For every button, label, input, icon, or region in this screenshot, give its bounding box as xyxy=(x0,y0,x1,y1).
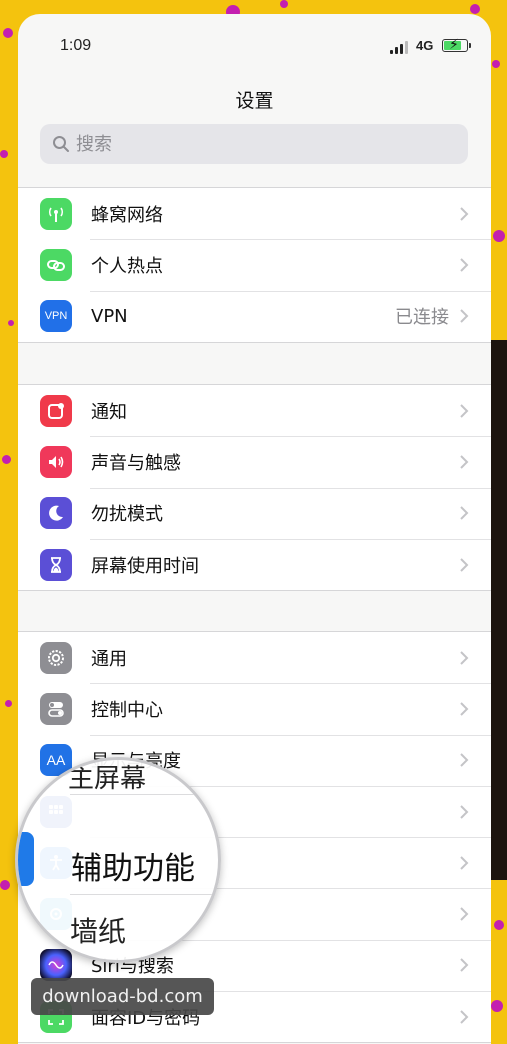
status-bar: 1:09 4G ⚡ xyxy=(18,36,491,60)
row-label: 声音与触感 xyxy=(91,452,181,474)
row-label: 屏幕使用时间 xyxy=(91,555,199,577)
magnified-accessibility-label: 辅助功能 xyxy=(71,851,195,887)
network-type: 4G xyxy=(416,38,434,53)
settings-row-notifications[interactable]: 通知 xyxy=(18,385,491,436)
magnified-home-screen-label: 主屏幕 xyxy=(68,764,147,794)
gear-icon xyxy=(40,641,72,674)
battery-tip xyxy=(469,43,471,48)
magnified-wallpaper-icon xyxy=(18,910,34,960)
settings-row-do-not-disturb[interactable]: 勿扰模式 xyxy=(18,487,491,539)
row-label: 个人热点 xyxy=(91,255,163,277)
speaker-icon xyxy=(40,445,72,478)
chevron-right-icon xyxy=(460,206,469,221)
section-notifications: 通知 声音与触感 勿扰模式 屏幕使用时间 xyxy=(18,384,491,592)
row-label: 控制中心 xyxy=(91,699,163,721)
hourglass-icon xyxy=(40,548,72,581)
chevron-right-icon xyxy=(460,258,469,272)
search-icon xyxy=(53,136,69,152)
row-label: VPN xyxy=(91,305,128,327)
settings-row-general[interactable]: 通用 xyxy=(18,632,491,683)
chevron-right-icon xyxy=(460,702,469,716)
chevron-right-icon xyxy=(460,403,469,418)
hotspot-link-icon xyxy=(40,248,72,281)
row-label: 蜂窝网络 xyxy=(91,204,163,226)
chevron-right-icon xyxy=(460,958,469,973)
signal-icon xyxy=(390,40,408,54)
settings-row-hotspot[interactable]: 个人热点 xyxy=(18,239,491,290)
chevron-right-icon xyxy=(460,804,469,819)
vpn-status: 已连接 xyxy=(395,307,449,329)
toggles-icon xyxy=(40,692,72,725)
settings-row-sounds[interactable]: 声音与触感 xyxy=(18,436,491,487)
settings-row-screen-time[interactable]: 屏幕使用时间 xyxy=(18,538,491,590)
chevron-right-icon xyxy=(460,856,469,870)
chevron-right-icon xyxy=(460,506,469,520)
row-label: 勿扰模式 xyxy=(91,504,163,526)
antenna-icon xyxy=(40,197,72,230)
section-connectivity: 蜂窝网络 个人热点 VPN VPN 已连接 xyxy=(18,187,491,343)
vpn-icon: VPN xyxy=(40,300,72,333)
settings-row-cellular[interactable]: 蜂窝网络 xyxy=(18,188,491,239)
moon-icon xyxy=(40,497,72,530)
magnifier-lens: 主屏幕 辅助功能 墙纸 xyxy=(15,757,221,963)
settings-row-vpn[interactable]: VPN VPN 已连接 xyxy=(18,290,491,342)
chevron-right-icon xyxy=(460,455,469,469)
magnified-accessibility-icon xyxy=(18,832,34,886)
chevron-right-icon xyxy=(460,907,469,921)
chevron-right-icon xyxy=(460,753,469,767)
settings-row-control-center[interactable]: 控制中心 xyxy=(18,683,491,734)
watermark: download-bd.com xyxy=(31,978,214,1015)
search-bar[interactable] xyxy=(40,124,468,164)
siri-icon xyxy=(40,949,72,982)
row-label: 通知 xyxy=(91,401,127,423)
chevron-right-icon xyxy=(460,1010,469,1024)
chevron-right-icon xyxy=(460,557,469,572)
page-title: 设置 xyxy=(235,90,274,112)
chevron-right-icon xyxy=(460,309,469,323)
row-label: 通用 xyxy=(91,648,127,670)
magnified-wallpaper-label: 墙纸 xyxy=(70,915,127,948)
notifications-icon xyxy=(40,394,72,427)
battery-icon: ⚡ xyxy=(442,37,468,53)
chevron-right-icon xyxy=(460,650,469,665)
magnified-home-screen-icon xyxy=(18,760,34,794)
search-input[interactable] xyxy=(76,130,456,158)
status-time: 1:09 xyxy=(60,37,92,54)
